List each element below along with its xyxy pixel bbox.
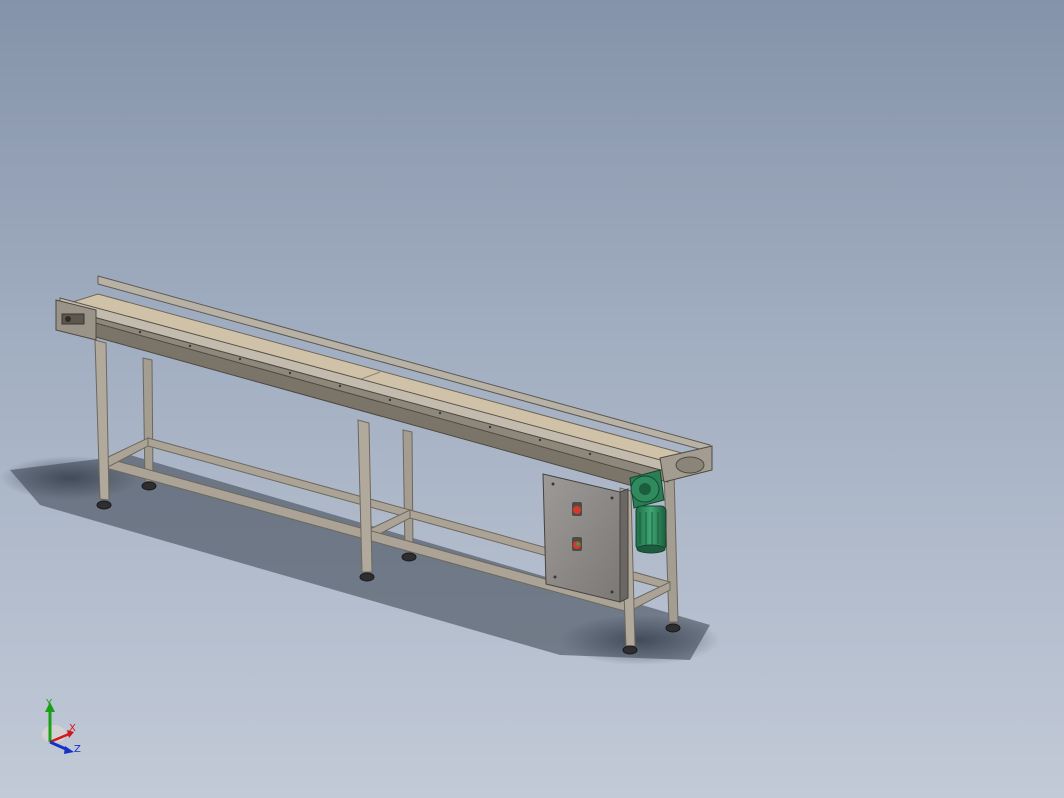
triad-z-label: Z [74,744,81,755]
triad-x-label: X [69,723,76,734]
start-indicator [576,542,580,546]
orientation-triad[interactable]: Y X Z [36,696,96,766]
control-box [542,473,629,603]
triad-y-label: Y [45,698,53,709]
graphics-viewport[interactable]: Y X Z [0,0,1064,798]
triad-z-arrow [64,746,74,754]
gear-motor [629,469,667,554]
conveyor-model[interactable] [0,0,1064,798]
stop-button[interactable] [573,506,581,514]
conveyor-bed [58,275,711,489]
